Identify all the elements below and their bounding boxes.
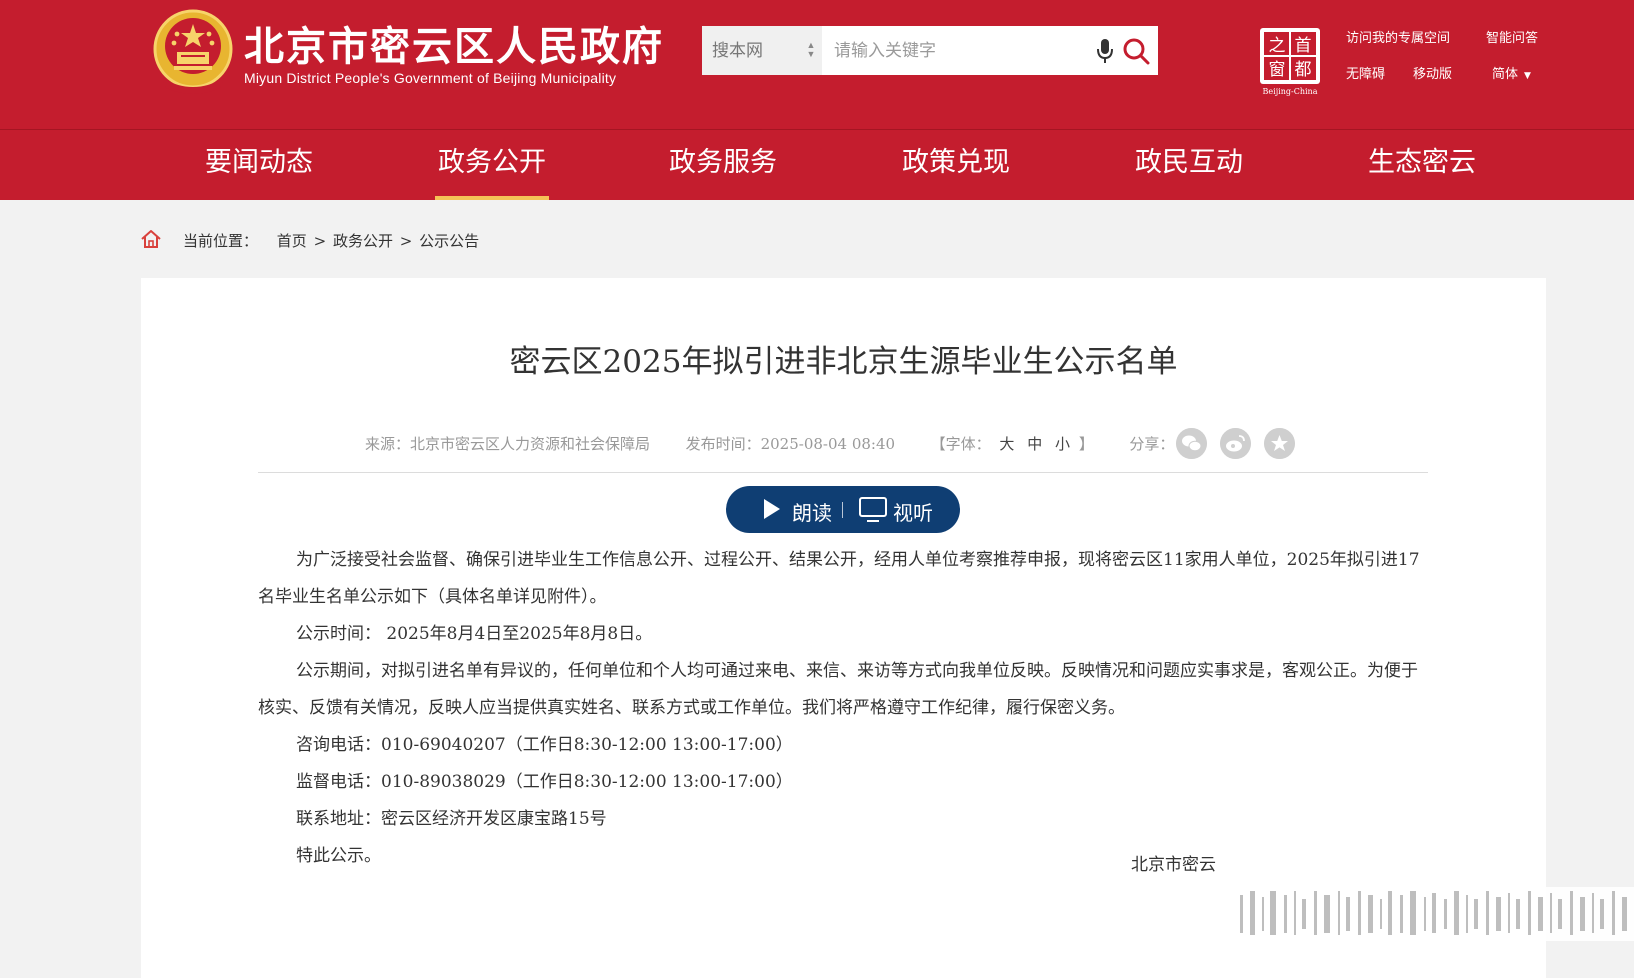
breadcrumb-notices[interactable]: 公示公告 xyxy=(419,232,479,250)
weibo-share-icon[interactable] xyxy=(1220,428,1251,459)
article-source: 来源：北京市密云区人力资源和社会保障局 xyxy=(365,435,651,453)
caret-down-icon: ▼ xyxy=(1524,71,1531,81)
font-size-label-close: 】 xyxy=(1078,435,1094,453)
search-scope-select[interactable]: 搜本网 ▲ ▼ xyxy=(702,26,822,75)
meta-divider xyxy=(258,472,1428,473)
capital-logo-char: 首 xyxy=(1295,36,1312,56)
article-body: 为广泛接受社会监督、确保引进毕业生工作信息公开、过程公开、结果公开，经用人单位考… xyxy=(258,542,1428,875)
search-icon[interactable] xyxy=(1122,37,1150,65)
article-meta: 来源：北京市密云区人力资源和社会保障局 发布时间：2025-08-04 08:4… xyxy=(365,433,1174,454)
font-size-large-button[interactable]: 大 xyxy=(999,435,1014,453)
article-paragraph: 监督电话：010-89038029（工作日8:30-12:00 13:00-17… xyxy=(296,772,793,792)
article-paragraph: 联系地址：密云区经济开发区康宝路15号 xyxy=(296,809,607,829)
accessibility-link[interactable]: 无障碍 xyxy=(1346,63,1385,82)
play-icon[interactable] xyxy=(764,499,780,519)
article-paragraph: 公示时间： 2025年8月4日至2025年8月8日。 xyxy=(296,624,653,644)
capital-logo-char: 都 xyxy=(1295,60,1312,80)
watermark-overlay xyxy=(1210,887,1634,941)
site-header: 北京市密云区人民政府 Miyun District People's Gover… xyxy=(0,0,1634,200)
breadcrumb-separator: > xyxy=(313,232,327,250)
monitor-icon[interactable] xyxy=(859,497,887,522)
article-signature: 北京市密云 xyxy=(1131,855,1216,875)
breadcrumb-separator: > xyxy=(399,232,413,250)
article-card: 密云区2025年拟引进非北京生源毕业生公示名单 来源：北京市密云区人力资源和社会… xyxy=(141,278,1546,978)
wechat-share-icon[interactable] xyxy=(1176,428,1207,459)
breadcrumb-home[interactable]: 首页 xyxy=(277,232,307,250)
read-aloud-button[interactable]: 朗读 xyxy=(792,497,832,526)
microphone-icon[interactable] xyxy=(1096,38,1114,64)
listen-button: 朗读 视听 xyxy=(726,486,960,533)
article-paragraph: 咨询电话：010-69040207（工作日8:30-12:00 13:00-17… xyxy=(296,735,793,755)
main-nav: 要闻动态 政务公开 政务服务 政策兑现 政民互动 生态密云 xyxy=(0,130,1634,200)
listen-button-divider xyxy=(842,502,843,518)
mobile-version-link[interactable]: 移动版 xyxy=(1413,63,1452,82)
nav-item-ecology[interactable]: 生态密云 xyxy=(1366,130,1478,200)
nav-item-news[interactable]: 要闻动态 xyxy=(203,130,315,200)
article-paragraph: 特此公示。 xyxy=(296,846,381,866)
capital-logo-char: 窗 xyxy=(1269,60,1286,80)
article-publish-time: 发布时间：2025-08-04 08:40 xyxy=(685,435,896,453)
language-switch[interactable]: 简体 ▼ xyxy=(1492,63,1531,82)
article-paragraph: 为广泛接受社会监督、确保引进毕业生工作信息公开、过程公开、结果公开，经用人单位考… xyxy=(258,550,1420,607)
breadcrumb-prefix: 当前位置： xyxy=(183,232,259,250)
nav-item-gov-affairs-open[interactable]: 政务公开 xyxy=(435,130,549,200)
site-subtitle: Miyun District People's Government of Be… xyxy=(244,70,617,86)
article-paragraph: 公示期间，对拟引进名单有异议的，任何单位和个人均可通过来电、来信、来访等方式向我… xyxy=(258,661,1418,718)
national-emblem-icon xyxy=(153,9,233,94)
nav-item-gov-services[interactable]: 政务服务 xyxy=(667,130,779,200)
updown-arrow-icon: ▲ ▼ xyxy=(806,40,816,59)
font-size-small-button[interactable]: 小 xyxy=(1055,435,1070,453)
language-label: 简体 xyxy=(1492,67,1519,82)
font-size-label: 【字体： xyxy=(930,435,991,453)
nav-item-interaction[interactable]: 政民互动 xyxy=(1133,130,1245,200)
search-input[interactable] xyxy=(834,26,1074,75)
search-scope-label: 搜本网 xyxy=(712,41,763,60)
share-label: 分享： xyxy=(1129,435,1175,453)
smart-qa-link[interactable]: 智能问答 xyxy=(1486,27,1538,46)
audio-visual-button[interactable]: 视听 xyxy=(893,497,933,526)
capital-logo-char: 之 xyxy=(1269,36,1286,56)
font-size-medium-button[interactable]: 中 xyxy=(1027,435,1042,453)
personal-space-link[interactable]: 访问我的专属空间 xyxy=(1346,27,1450,46)
search-box: 搜本网 ▲ ▼ xyxy=(702,26,1158,75)
capital-logo-caption: Beijing-China xyxy=(1263,87,1318,96)
breadcrumb-gov-affairs-open[interactable]: 政务公开 xyxy=(333,232,393,250)
header-top-band: 北京市密云区人民政府 Miyun District People's Gover… xyxy=(0,0,1634,129)
home-icon[interactable] xyxy=(140,228,162,250)
capital-window-logo[interactable]: 之 首 窗 都 Beijing-China xyxy=(1258,26,1322,96)
nav-item-policy-fulfillment[interactable]: 政策兑现 xyxy=(900,130,1012,200)
article-title: 密云区2025年拟引进非北京生源毕业生公示名单 xyxy=(509,344,1178,380)
site-title[interactable]: 北京市密云区人民政府 xyxy=(244,14,664,72)
favorite-star-icon[interactable] xyxy=(1264,428,1295,459)
